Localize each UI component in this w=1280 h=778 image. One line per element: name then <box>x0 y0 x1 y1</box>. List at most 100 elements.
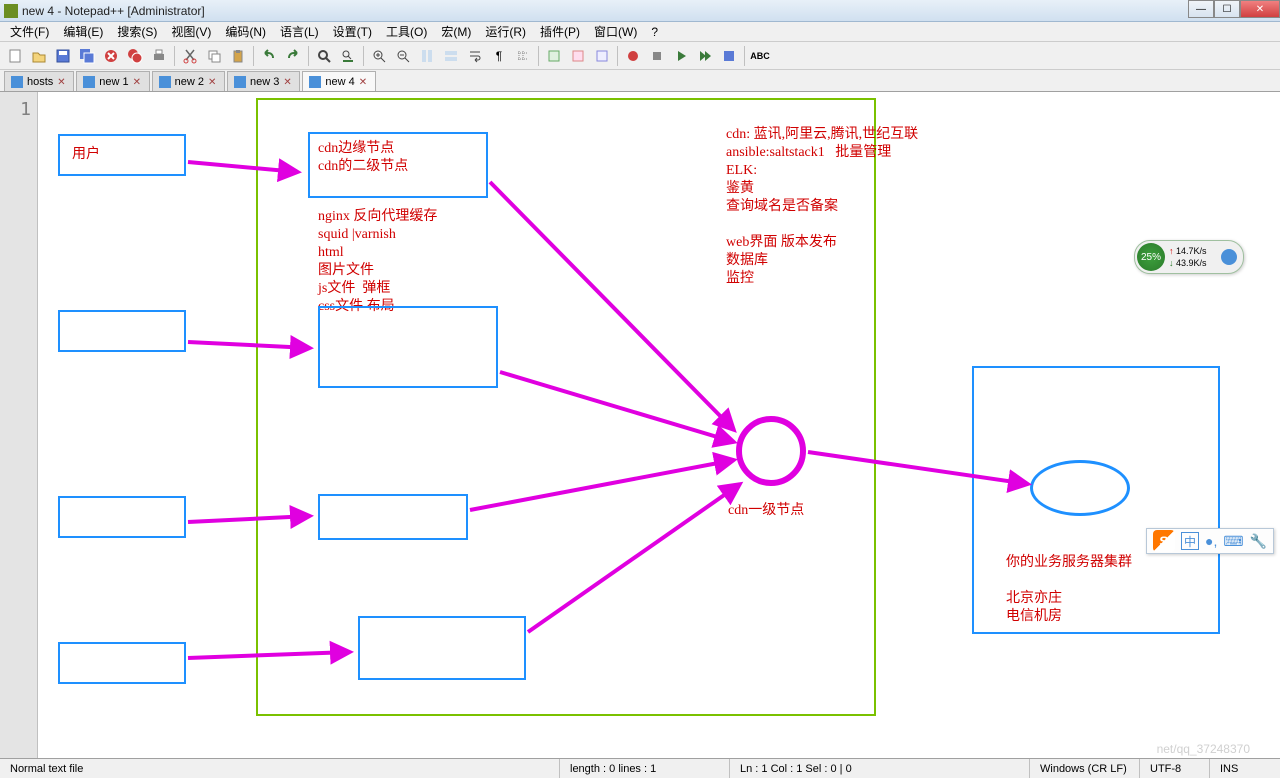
status-encoding: UTF-8 <box>1140 759 1210 778</box>
speed-rates: 14.7K/s 43.9K/s <box>1169 245 1207 269</box>
new-file-icon[interactable] <box>4 45 26 67</box>
menu-encoding[interactable]: 编码(N) <box>219 21 272 42</box>
download-rate: 43.9K/s <box>1169 257 1207 269</box>
ime-lang-toggle[interactable]: 中 <box>1181 532 1199 550</box>
editor-canvas[interactable]: 用户 cdn边缘节点 cdn的二级节点 nginx 反向代理缓存 squid |… <box>38 92 1280 758</box>
undo-icon[interactable] <box>258 45 280 67</box>
file-icon <box>11 76 23 88</box>
doc-map-icon[interactable] <box>567 45 589 67</box>
show-all-chars-icon[interactable]: ¶ <box>488 45 510 67</box>
tab-close-icon[interactable]: ✕ <box>283 77 293 87</box>
tab-close-icon[interactable]: ✕ <box>359 77 369 87</box>
ime-punct-icon[interactable]: ●, <box>1205 533 1217 549</box>
ime-toolbar[interactable]: S 中 ●, ⌨ 🔧 <box>1146 528 1274 554</box>
diagram-cdn-hub-circle <box>736 416 806 486</box>
diagram-cluster-ellipse <box>1030 460 1130 516</box>
network-speed-widget[interactable]: 25% 14.7K/s 43.9K/s <box>1134 240 1244 274</box>
file-tab-hosts[interactable]: hosts ✕ <box>4 71 74 91</box>
find-icon[interactable] <box>313 45 335 67</box>
diagram-edge-text: cdn边缘节点 cdn的二级节点 <box>318 140 408 176</box>
file-icon <box>159 76 171 88</box>
maximize-button[interactable]: ☐ <box>1214 0 1240 18</box>
app-icon <box>4 4 18 18</box>
cpu-percent-badge: 25% <box>1137 243 1165 271</box>
macro-play-multi-icon[interactable] <box>694 45 716 67</box>
diagram-cdn-hub-label: cdn一级节点 <box>728 502 804 520</box>
sync-v-icon[interactable] <box>416 45 438 67</box>
tab-label: new 1 <box>99 76 128 88</box>
toolbar: ¶ ABC <box>0 42 1280 70</box>
wordwrap-icon[interactable] <box>464 45 486 67</box>
tab-close-icon[interactable]: ✕ <box>208 77 218 87</box>
diagram-cluster-text: 你的业务服务器集群 北京亦庄 电信机房 <box>1006 554 1132 626</box>
sync-h-icon[interactable] <box>440 45 462 67</box>
file-tab-new4[interactable]: new 4✕ <box>302 71 375 91</box>
diagram-providers-text: cdn: 蓝讯,阿里云,腾讯,世纪互联 ansible:saltstack1 批… <box>726 126 918 288</box>
status-length: length : 0 lines : 1 <box>560 759 730 778</box>
indent-guide-icon[interactable] <box>512 45 534 67</box>
close-button[interactable]: ✕ <box>1240 0 1280 18</box>
menu-tools[interactable]: 工具(O) <box>380 21 433 42</box>
file-tab-new3[interactable]: new 3 ✕ <box>227 71 300 91</box>
tab-close-icon[interactable]: ✕ <box>57 77 67 87</box>
menu-edit[interactable]: 编辑(E) <box>57 21 109 42</box>
menu-help[interactable]: ? <box>645 23 664 41</box>
save-all-icon[interactable] <box>76 45 98 67</box>
diagram-proxy-text: nginx 反向代理缓存 squid |varnish html 图片文件 js… <box>318 208 437 316</box>
line-number-gutter: 1 <box>0 92 38 758</box>
save-icon[interactable] <box>52 45 74 67</box>
replace-icon[interactable] <box>337 45 359 67</box>
diagram-edge-box-4 <box>358 616 526 680</box>
redo-icon[interactable] <box>282 45 304 67</box>
line-number: 1 <box>0 98 31 122</box>
cut-icon[interactable] <box>179 45 201 67</box>
open-file-icon[interactable] <box>28 45 50 67</box>
diagram-user-label: 用户 <box>72 146 100 164</box>
menu-search[interactable]: 搜索(S) <box>111 21 163 42</box>
file-icon <box>83 76 95 88</box>
close-file-icon[interactable] <box>100 45 122 67</box>
tab-label: new 3 <box>250 76 279 88</box>
menu-macro[interactable]: 宏(M) <box>435 21 477 42</box>
diagram-edge-box-2 <box>318 306 498 388</box>
print-icon[interactable] <box>148 45 170 67</box>
status-mode: INS <box>1210 759 1280 778</box>
widget-expand-icon[interactable] <box>1221 249 1237 265</box>
spellcheck-icon[interactable]: ABC <box>749 45 771 67</box>
macro-save-icon[interactable] <box>718 45 740 67</box>
file-tab-new1[interactable]: new 1 ✕ <box>76 71 149 91</box>
function-list-icon[interactable] <box>591 45 613 67</box>
menu-bar: 文件(F) 编辑(E) 搜索(S) 视图(V) 编码(N) 语言(L) 设置(T… <box>0 22 1280 42</box>
macro-play-icon[interactable] <box>670 45 692 67</box>
menu-run[interactable]: 运行(R) <box>479 21 532 42</box>
menu-window[interactable]: 窗口(W) <box>588 21 643 42</box>
editor-area: 1 用户 cdn边缘节点 cdn的二级节点 nginx 反向代理缓存 squid… <box>0 92 1280 758</box>
menu-view[interactable]: 视图(V) <box>165 21 217 42</box>
copy-icon[interactable] <box>203 45 225 67</box>
folder-as-workspace-icon[interactable] <box>543 45 565 67</box>
macro-stop-icon[interactable] <box>646 45 668 67</box>
sogou-logo-icon[interactable]: S <box>1153 530 1175 552</box>
file-tab-bar: hosts ✕ new 1 ✕ new 2✕ new 3 ✕ new 4✕ <box>0 70 1280 92</box>
menu-file[interactable]: 文件(F) <box>4 21 55 42</box>
menu-language[interactable]: 语言(L) <box>274 21 325 42</box>
tab-label: hosts <box>27 76 53 88</box>
file-icon <box>234 76 246 88</box>
zoom-out-icon[interactable] <box>392 45 414 67</box>
ime-keyboard-icon[interactable]: ⌨ <box>1223 533 1243 550</box>
window-controls: — ☐ ✕ <box>1188 0 1280 18</box>
upload-rate: 14.7K/s <box>1169 245 1207 257</box>
close-all-icon[interactable] <box>124 45 146 67</box>
menu-settings[interactable]: 设置(T) <box>327 21 378 42</box>
tab-close-icon[interactable]: ✕ <box>133 77 143 87</box>
file-tab-new2[interactable]: new 2✕ <box>152 71 225 91</box>
paste-icon[interactable] <box>227 45 249 67</box>
minimize-button[interactable]: — <box>1188 0 1214 18</box>
menu-plugins[interactable]: 插件(P) <box>534 21 586 42</box>
macro-record-icon[interactable] <box>622 45 644 67</box>
status-eol: Windows (CR LF) <box>1030 759 1140 778</box>
zoom-in-icon[interactable] <box>368 45 390 67</box>
file-icon <box>309 76 321 88</box>
diagram-user-box-3 <box>58 496 186 538</box>
ime-settings-icon[interactable]: 🔧 <box>1250 533 1267 550</box>
